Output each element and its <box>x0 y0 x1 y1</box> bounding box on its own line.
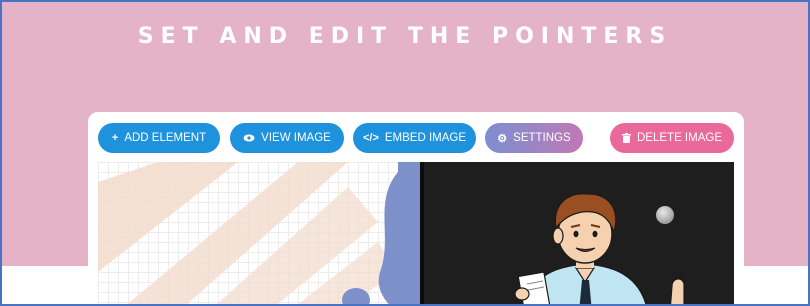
embed-image-label: EMBED IMAGE <box>384 132 467 144</box>
add-element-label: ADD ELEMENT <box>124 132 207 144</box>
settings-button[interactable]: ⚙ SETTINGS <box>485 123 583 153</box>
trash-icon <box>622 133 631 143</box>
image-canvas[interactable] <box>98 162 734 304</box>
delete-image-label: DELETE IMAGE <box>637 132 722 144</box>
editor-card: + ADD ELEMENT VIEW IMAGE </> EMBED IMAGE… <box>88 112 744 304</box>
plus-icon: + <box>111 132 119 144</box>
view-image-label: VIEW IMAGE <box>261 132 331 144</box>
eye-icon <box>243 134 255 142</box>
settings-label: SETTINGS <box>513 132 571 144</box>
delete-image-button[interactable]: DELETE IMAGE <box>610 123 734 153</box>
embed-image-button[interactable]: </> EMBED IMAGE <box>353 123 476 153</box>
teacher-illustration <box>514 193 685 304</box>
view-image-button[interactable]: VIEW IMAGE <box>230 123 344 153</box>
pointer-marker[interactable] <box>656 206 674 224</box>
screenshot-frame: SET AND EDIT THE POINTERS + ADD ELEMENT … <box>0 0 810 306</box>
add-element-button[interactable]: + ADD ELEMENT <box>98 123 220 153</box>
code-icon: </> <box>362 132 379 144</box>
toolbar: + ADD ELEMENT VIEW IMAGE </> EMBED IMAGE… <box>88 112 744 162</box>
gear-icon: ⚙ <box>497 132 508 145</box>
page-title: SET AND EDIT THE POINTERS <box>137 24 673 49</box>
